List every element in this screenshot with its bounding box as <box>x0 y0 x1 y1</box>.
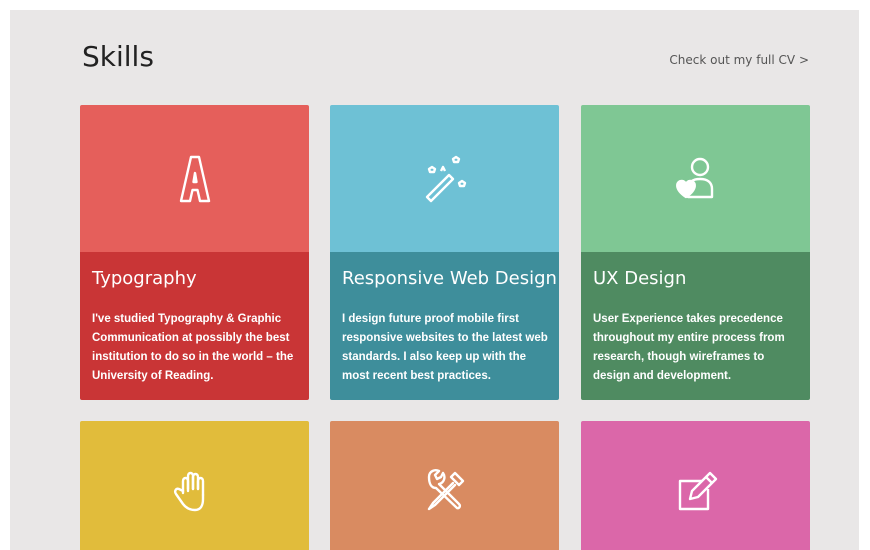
card-top <box>330 421 559 550</box>
hand-icon <box>165 461 225 521</box>
card-title: UX Design <box>593 268 687 289</box>
card-title: Typography <box>92 268 197 289</box>
edit-icon <box>666 461 726 521</box>
skill-card-typography[interactable]: Typography I've studied Typography & Gra… <box>80 105 309 400</box>
card-description: I've studied Typography & Graphic Commun… <box>92 313 294 382</box>
card-body: Responsive Web Design I design future pr… <box>330 252 559 400</box>
skill-card-responsive-web-design[interactable]: Responsive Web Design I design future pr… <box>330 105 559 400</box>
page-title: Skills <box>82 40 154 73</box>
user-heart-icon <box>666 149 726 209</box>
card-title: Responsive Web Design <box>342 268 557 289</box>
card-description: User Experience takes precedence through… <box>593 313 785 382</box>
magic-wand-icon <box>415 149 475 209</box>
card-top <box>581 105 810 252</box>
skills-section: Skills Check out my full CV > Typography… <box>10 10 859 550</box>
full-cv-link[interactable]: Check out my full CV > <box>669 53 809 67</box>
card-top <box>581 421 810 550</box>
card-top <box>330 105 559 252</box>
card-body: UX Design User Experience takes preceden… <box>581 252 810 400</box>
letter-a-icon <box>165 149 225 209</box>
skill-card-ux-design[interactable]: UX Design User Experience takes preceden… <box>581 105 810 400</box>
card-body: Typography I've studied Typography & Gra… <box>80 252 309 400</box>
skill-card-6[interactable] <box>581 421 810 550</box>
skill-card-5[interactable] <box>330 421 559 550</box>
card-top <box>80 105 309 252</box>
card-top <box>80 421 309 550</box>
skill-card-4[interactable] <box>80 421 309 550</box>
card-description: I design future proof mobile first respo… <box>342 313 548 382</box>
tools-icon <box>415 461 475 521</box>
